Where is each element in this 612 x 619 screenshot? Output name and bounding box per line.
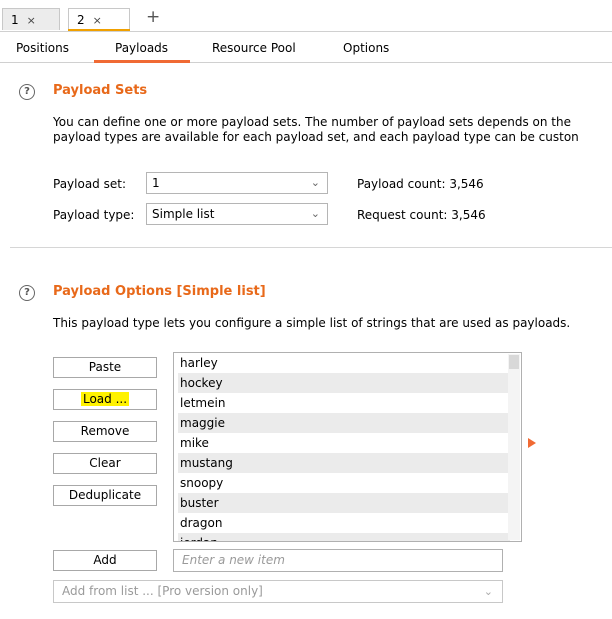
list-item[interactable]: snoopy bbox=[178, 473, 510, 493]
payload-set-value: 1 bbox=[152, 176, 160, 190]
tab-payloads[interactable]: Payloads bbox=[115, 41, 168, 55]
payload-type-label: Payload type: bbox=[53, 208, 135, 222]
paste-button[interactable]: Paste bbox=[53, 357, 157, 378]
list-item[interactable]: maggie bbox=[178, 413, 510, 433]
expand-arrow-icon[interactable] bbox=[528, 438, 536, 448]
list-item[interactable]: jordan bbox=[178, 533, 510, 541]
tab-resource-pool[interactable]: Resource Pool bbox=[212, 41, 296, 55]
remove-button[interactable]: Remove bbox=[53, 421, 157, 442]
new-item-input[interactable]: Enter a new item bbox=[173, 549, 503, 572]
section-divider bbox=[10, 247, 612, 248]
add-tab-icon[interactable]: + bbox=[146, 7, 160, 27]
request-tab-1[interactable]: 1 × bbox=[2, 8, 60, 30]
chevron-down-icon: ⌄ bbox=[483, 585, 493, 598]
section-title-payload-options: Payload Options [Simple list] bbox=[53, 284, 266, 299]
request-tab-label: 1 bbox=[11, 13, 19, 27]
add-from-list-select[interactable]: Add from list ... [Pro version only] ⌄ bbox=[53, 580, 503, 603]
payload-type-select[interactable]: Simple list ⌄ bbox=[146, 203, 328, 225]
divider bbox=[0, 31, 612, 32]
tab-positions[interactable]: Positions bbox=[16, 41, 69, 55]
close-icon[interactable]: × bbox=[27, 14, 36, 27]
list-scrollbar[interactable] bbox=[508, 354, 520, 540]
chevron-down-icon: ⌄ bbox=[310, 207, 320, 220]
payload-list[interactable]: harley hockey letmein maggie mike mustan… bbox=[173, 352, 522, 542]
help-icon[interactable]: ? bbox=[19, 285, 35, 301]
payload-count: Payload count: 3,546 bbox=[357, 177, 484, 191]
clear-button[interactable]: Clear bbox=[53, 453, 157, 474]
request-count: Request count: 3,546 bbox=[357, 208, 486, 222]
list-item[interactable]: buster bbox=[178, 493, 510, 513]
payload-set-label: Payload set: bbox=[53, 177, 126, 191]
list-item[interactable]: mustang bbox=[178, 453, 510, 473]
list-item[interactable]: letmein bbox=[178, 393, 510, 413]
add-button[interactable]: Add bbox=[53, 550, 157, 571]
scrollbar-thumb[interactable] bbox=[509, 355, 519, 369]
payload-options-description: This payload type lets you configure a s… bbox=[53, 316, 571, 330]
payload-set-select[interactable]: 1 ⌄ bbox=[146, 172, 328, 194]
tab-options[interactable]: Options bbox=[343, 41, 389, 55]
payload-sets-description-line1: You can define one or more payload sets.… bbox=[53, 115, 571, 129]
deduplicate-button[interactable]: Deduplicate bbox=[53, 485, 157, 506]
close-icon[interactable]: × bbox=[93, 14, 102, 27]
request-tab-label: 2 bbox=[77, 13, 85, 27]
load-button[interactable]: Load ... bbox=[53, 389, 157, 410]
add-from-list-value: Add from list ... [Pro version only] bbox=[62, 584, 263, 598]
list-item[interactable]: mike bbox=[178, 433, 510, 453]
payload-sets-description-line2: payload types are available for each pay… bbox=[53, 130, 579, 144]
section-title-payload-sets: Payload Sets bbox=[53, 83, 148, 98]
divider bbox=[0, 62, 612, 63]
help-icon[interactable]: ? bbox=[19, 84, 35, 100]
load-button-label: Load ... bbox=[80, 392, 130, 406]
list-item[interactable]: dragon bbox=[178, 513, 510, 533]
payload-type-value: Simple list bbox=[152, 207, 215, 221]
chevron-down-icon: ⌄ bbox=[310, 176, 320, 189]
active-subtab-indicator bbox=[94, 60, 190, 63]
list-item[interactable]: hockey bbox=[178, 373, 510, 393]
list-item[interactable]: harley bbox=[178, 353, 510, 373]
request-tab-2[interactable]: 2 × bbox=[68, 8, 130, 30]
